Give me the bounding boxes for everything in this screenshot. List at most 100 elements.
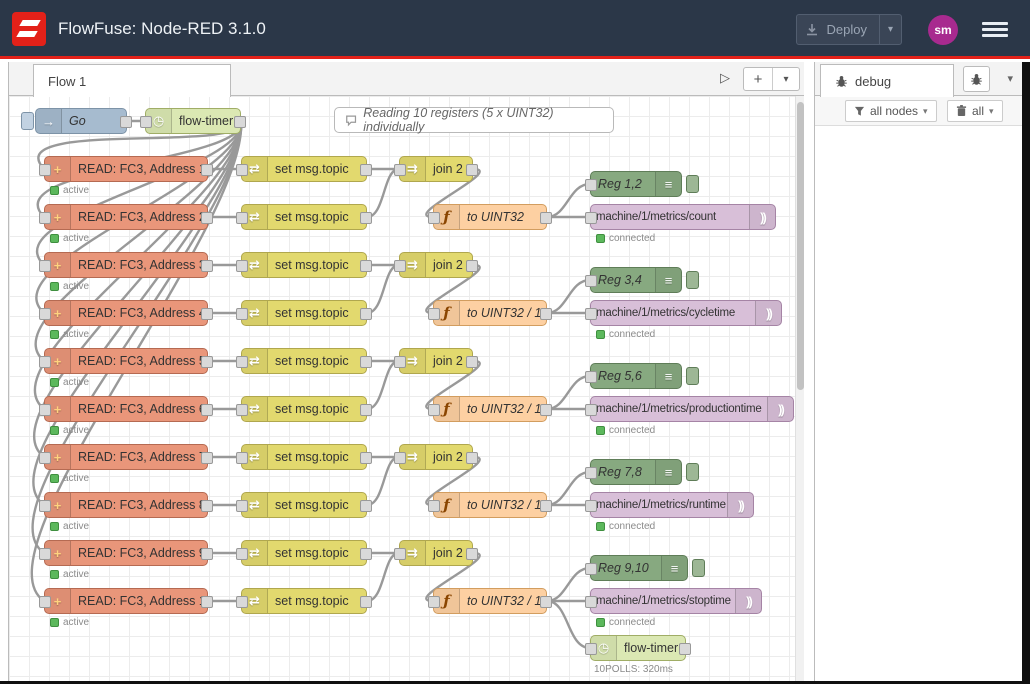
mqtt-out-node[interactable]: machine/1/metrics/productiontime)) [590, 396, 794, 422]
debug-node[interactable]: Reg 3,4≡ [590, 267, 682, 293]
join-icon: ⇉ [400, 349, 426, 373]
add-flow-button[interactable]: + [744, 71, 772, 88]
node-label: join 2 [426, 354, 472, 368]
scrollbar-thumb[interactable] [797, 102, 804, 390]
flow-timer-node[interactable]: ◷ flow-timer [590, 635, 686, 661]
debug-toggle-button[interactable] [692, 559, 705, 577]
change-node[interactable]: ⇄set msg.topic [241, 348, 367, 374]
chevron-down-icon: ▾ [923, 106, 928, 117]
function-node[interactable]: ƒto UINT32 / 100 [433, 492, 547, 518]
node-label: to UINT32 / 100 [460, 306, 546, 320]
logo-bar-icon [16, 31, 37, 37]
join-node[interactable]: ⇉join 2 [399, 252, 473, 278]
modbus-read-node[interactable]: +READ: FC3, Address 8 [44, 492, 208, 518]
join-node[interactable]: ⇉join 2 [399, 444, 473, 470]
modbus-read-icon: + [45, 157, 71, 181]
bug-icon [835, 75, 848, 88]
debug-filter-button[interactable]: all nodes ▾ [845, 100, 937, 122]
debug-node[interactable]: Reg 9,10≡ [590, 555, 688, 581]
function-icon: ƒ [434, 397, 460, 421]
change-node[interactable]: ⇄set msg.topic [241, 252, 367, 278]
join-node[interactable]: ⇉join 2 [399, 348, 473, 374]
function-node[interactable]: ƒto UINT32 / 100 [433, 588, 547, 614]
debug-toggle-button[interactable] [686, 463, 699, 481]
deploy-button[interactable]: Deploy ▾ [796, 14, 903, 45]
debug-node[interactable]: Reg 7,8≡ [590, 459, 682, 485]
flowfuse-logo[interactable] [12, 12, 46, 46]
flow-list-chevron-icon[interactable]: ▾ [773, 74, 799, 85]
mqtt-out-node[interactable]: machine/1/metrics/stoptime)) [590, 588, 762, 614]
function-icon: ƒ [434, 493, 460, 517]
tab-flow-1[interactable]: Flow 1 [33, 64, 231, 97]
filter-funnel-icon [854, 106, 865, 117]
debug-toggle-button[interactable] [686, 271, 699, 289]
user-avatar[interactable]: sm [928, 15, 958, 45]
canvas-vertical-scrollbar[interactable] [795, 96, 804, 684]
debug-toggle-button[interactable] [686, 367, 699, 385]
flow-canvas[interactable]: → Go ◷ flow-timer Reading 10 registers (… [9, 96, 804, 684]
modbus-read-node[interactable]: +READ: FC3, Address 10 [44, 588, 208, 614]
node-label: machine/1/metrics/runtime [591, 499, 727, 511]
play-icon[interactable]: ▷ [720, 70, 730, 86]
function-node[interactable]: ƒto UINT32 / 100 [433, 396, 547, 422]
change-node[interactable]: ⇄set msg.topic [241, 204, 367, 230]
node-status: active [50, 521, 89, 532]
header-bar: FlowFuse: Node-RED 3.1.0 Deploy ▾ sm [0, 0, 1030, 59]
debug-toggle-button[interactable] [686, 175, 699, 193]
window-edge [1022, 62, 1030, 684]
inject-node[interactable]: → Go [35, 108, 127, 134]
mqtt-out-node[interactable]: machine/1/metrics/cycletime)) [590, 300, 782, 326]
modbus-read-node[interactable]: +READ: FC3, Address 6 [44, 396, 208, 422]
function-node[interactable]: ƒto UINT32 / 100 [433, 300, 547, 326]
sidebar-menu-chevron-icon[interactable]: ▾ [1007, 72, 1013, 85]
change-node[interactable]: ⇄set msg.topic [241, 540, 367, 566]
join-node[interactable]: ⇉join 2 [399, 540, 473, 566]
flow-timer-node[interactable]: ◷ flow-timer [145, 108, 241, 134]
app-title: FlowFuse: Node-RED 3.1.0 [58, 0, 266, 58]
mqtt-out-node[interactable]: machine/1/metrics/count)) [590, 204, 776, 230]
debug-clear-button[interactable]: all ▾ [947, 100, 1003, 122]
modbus-read-node[interactable]: +READ: FC3, Address 9 [44, 540, 208, 566]
inject-arrow-icon: → [36, 109, 62, 133]
node-label: READ: FC3, Address 4 [71, 306, 207, 320]
debug-sidebar-icon: ≡ [655, 460, 681, 484]
debug-sidebar-icon: ≡ [655, 268, 681, 292]
modbus-read-node[interactable]: +READ: FC3, Address 2 [44, 204, 208, 230]
change-node[interactable]: ⇄set msg.topic [241, 444, 367, 470]
debug-node[interactable]: Reg 5,6≡ [590, 363, 682, 389]
change-node[interactable]: ⇄set msg.topic [241, 396, 367, 422]
change-node[interactable]: ⇄set msg.topic [241, 156, 367, 182]
node-status: 10POLLS: 320ms [594, 664, 673, 675]
node-status: connected [596, 329, 655, 340]
join-node[interactable]: ⇉join 2 [399, 156, 473, 182]
status-text: active [63, 185, 89, 196]
node-label: machine/1/metrics/count [591, 211, 749, 223]
debug-node[interactable]: Reg 1,2≡ [590, 171, 682, 197]
menu-bar-icon [982, 22, 1008, 25]
change-node[interactable]: ⇄set msg.topic [241, 588, 367, 614]
change-node[interactable]: ⇄set msg.topic [241, 492, 367, 518]
modbus-read-node[interactable]: +READ: FC3, Address 1 [44, 156, 208, 182]
status-dot-icon [50, 570, 59, 579]
modbus-read-node[interactable]: +READ: FC3, Address 3 [44, 252, 208, 278]
inject-button[interactable] [21, 112, 34, 130]
deploy-options-chevron-icon[interactable]: ▾ [880, 24, 901, 35]
node-label: Reg 7,8 [591, 465, 655, 479]
modbus-read-node[interactable]: +READ: FC3, Address 7 [44, 444, 208, 470]
node-label: set msg.topic [268, 450, 366, 464]
function-node[interactable]: ƒto UINT32 [433, 204, 547, 230]
modbus-read-node[interactable]: +READ: FC3, Address 5 [44, 348, 208, 374]
debug-sidebar-icon: ≡ [655, 172, 681, 196]
status-text: connected [609, 617, 655, 628]
tab-debug[interactable]: debug [820, 64, 954, 97]
main-menu-button[interactable] [982, 19, 1008, 41]
menu-bar-icon [982, 34, 1008, 37]
change-node[interactable]: ⇄set msg.topic [241, 300, 367, 326]
node-label: join 2 [426, 546, 472, 560]
open-debug-window-button[interactable] [963, 66, 990, 92]
mqtt-out-node[interactable]: machine/1/metrics/runtime)) [590, 492, 754, 518]
comment-node[interactable]: Reading 10 registers (5 x UINT32) indivi… [334, 107, 614, 133]
node-label: machine/1/metrics/cycletime [591, 307, 755, 319]
modbus-read-node[interactable]: +READ: FC3, Address 4 [44, 300, 208, 326]
status-dot-icon [596, 234, 605, 243]
